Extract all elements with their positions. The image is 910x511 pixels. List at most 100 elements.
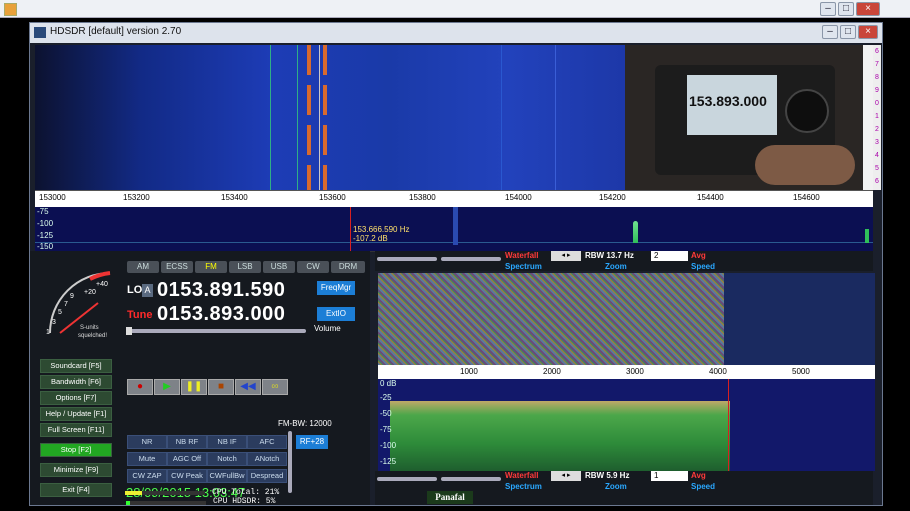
cw-peak-button[interactable]: CW Peak (167, 469, 207, 483)
stop-icon[interactable]: ■ (208, 379, 234, 395)
mode-drm-button[interactable]: DRM (331, 261, 365, 273)
host-close-button[interactable]: × (856, 2, 880, 16)
volume-knob[interactable] (126, 327, 132, 335)
minimize-button[interactable]: – (822, 25, 838, 39)
control-panel: +40 +20 9 7 5 3 1 S-units squelched! AM … (30, 251, 370, 506)
smeter-tick: +40 (96, 281, 108, 288)
s-meter: +40 +20 9 7 5 3 1 S-units squelched! (40, 263, 115, 341)
speed-arrows-top[interactable]: ◂ ▸ (551, 251, 581, 261)
rf-waterfall[interactable] (35, 45, 625, 190)
af-scale-tick: 5000 (792, 367, 810, 376)
host-title-bar: – □ × (0, 0, 910, 18)
maximize-button[interactable]: □ (840, 25, 856, 39)
rf-spectrum[interactable]: -75 -100 -125 -150 153.666.590 Hz -107.2… (35, 207, 873, 252)
host-maximize-button[interactable]: □ (838, 2, 854, 16)
mode-fm-button[interactable]: FM (195, 261, 227, 273)
freqmgr-button[interactable]: FreqMgr (317, 281, 355, 295)
zoom-label-bottom: Zoom (605, 482, 627, 491)
af-slider-4[interactable] (441, 477, 501, 481)
window-title: HDSDR [default] version 2.70 (50, 26, 182, 37)
mode-am-button[interactable]: AM (127, 261, 159, 273)
hdsdr-window: HDSDR [default] version 2.70 – □ × 153.8… (29, 22, 883, 506)
right-scale-tick: 0 (875, 100, 879, 107)
lo-badge[interactable]: A (142, 284, 153, 297)
af-waterfall[interactable] (378, 273, 724, 365)
rbw-label-top: RBW 13.7 Hz (585, 251, 634, 260)
options-button[interactable]: Options [F7] (40, 391, 112, 405)
mode-ecss-button[interactable]: ECSS (161, 261, 193, 273)
anotch-button[interactable]: ANotch (247, 452, 287, 466)
nb-rf-button[interactable]: NB RF (167, 435, 207, 449)
help-update-button[interactable]: Help / Update [F1] (40, 407, 112, 421)
frequency-scale[interactable]: 153000 153200 153400 153600 153800 15400… (35, 190, 873, 208)
af-toolbar-top: Waterfall ◂ ▸ RBW 13.7 Hz 2 Avg Spectrum… (375, 251, 873, 271)
af-scale-tick: 3000 (626, 367, 644, 376)
despread-button[interactable]: Despread (247, 469, 287, 483)
speed-arrows-bottom[interactable]: ◂ ▸ (551, 471, 581, 481)
hdsdr-icon (34, 27, 46, 38)
right-scale-tick: 2 (875, 126, 879, 133)
afc-button[interactable]: AFC (247, 435, 287, 449)
nb-if-button[interactable]: NB IF (207, 435, 247, 449)
bandwidth-button[interactable]: Bandwidth [F6] (40, 375, 112, 389)
loop-icon[interactable]: ∞ (262, 379, 288, 395)
mute-button[interactable]: Mute (127, 452, 167, 466)
exit-button[interactable]: Exit [F4] (40, 483, 112, 497)
af-spectrum[interactable]: 0 dB -25 -50 -75 -100 -125 (378, 379, 875, 471)
rf-gain-button[interactable]: RF+28 (296, 435, 328, 449)
speed-label-top: Speed (691, 262, 716, 271)
stop-button[interactable]: Stop [F2] (40, 443, 112, 457)
lo-frequency[interactable]: 0153.891.590 (157, 279, 285, 302)
play-icon[interactable]: ▶ (154, 379, 180, 395)
af-slider-3[interactable] (377, 477, 437, 481)
record-icon[interactable]: ● (127, 379, 153, 395)
mode-cw-button[interactable]: CW (297, 261, 329, 273)
cw-fullbw-button[interactable]: CWFullBw (207, 469, 247, 483)
avg-label-top: Avg (691, 251, 706, 260)
panafal-tab[interactable]: Panafal (427, 491, 473, 504)
speed-label-bottom: Speed (691, 482, 716, 491)
volume-slider[interactable] (126, 329, 306, 333)
avg-select-top[interactable]: 2 (651, 251, 688, 261)
rbw-label-bottom: RBW 5.9 Hz (585, 471, 630, 480)
tune-frequency[interactable]: 0153.893.000 (157, 303, 285, 326)
af-frequency-scale: 1000 2000 3000 4000 5000 (378, 365, 875, 379)
af-slider-2[interactable] (441, 257, 501, 261)
extio-button[interactable]: ExtIO (317, 307, 355, 321)
scale-tick: 154000 (505, 193, 532, 202)
af-db-label: -25 (380, 393, 392, 402)
right-scale-tick: 8 (875, 74, 879, 81)
smeter-tick: +20 (84, 289, 96, 296)
avg-select-bottom[interactable]: 1 (651, 471, 688, 481)
waterfall-label-top: Waterfall (505, 251, 539, 260)
minimize-hdsdr-button[interactable]: Minimize [F9] (40, 463, 112, 477)
af-waterfall-empty[interactable] (724, 273, 875, 365)
rf-gain-slider[interactable] (288, 431, 292, 493)
avg-label-bottom: Avg (691, 471, 706, 480)
full-screen-button[interactable]: Full Screen [F11] (40, 423, 112, 437)
nr-button[interactable]: NR (127, 435, 167, 449)
notch-button[interactable]: Notch (207, 452, 247, 466)
right-scale-tick: 6 (875, 178, 879, 185)
af-slider-1[interactable] (377, 257, 437, 261)
rewind-icon[interactable]: ◀◀ (235, 379, 261, 395)
af-db-label: -50 (380, 409, 392, 418)
mode-usb-button[interactable]: USB (263, 261, 295, 273)
right-scale-tick: 6 (875, 48, 879, 55)
close-button[interactable]: × (858, 25, 878, 39)
scale-tick: 153000 (39, 193, 66, 202)
lo-label: LO (127, 284, 143, 296)
mode-lsb-button[interactable]: LSB (229, 261, 261, 273)
tune-label: Tune (127, 309, 153, 321)
smeter-tick: 3 (52, 319, 56, 326)
soundcard-button[interactable]: Soundcard [F5] (40, 359, 112, 373)
app-icon (4, 3, 17, 16)
cw-zap-button[interactable]: CW ZAP (127, 469, 167, 483)
smeter-units-text: S-units (80, 325, 99, 331)
smeter-tick: 9 (70, 293, 74, 300)
agc-button[interactable]: AGC Off (167, 452, 207, 466)
host-minimize-button[interactable]: – (820, 2, 836, 16)
tuning-marker[interactable] (350, 207, 351, 251)
af-spectrum-fill (390, 401, 730, 471)
pause-icon[interactable]: ❚❚ (181, 379, 207, 395)
